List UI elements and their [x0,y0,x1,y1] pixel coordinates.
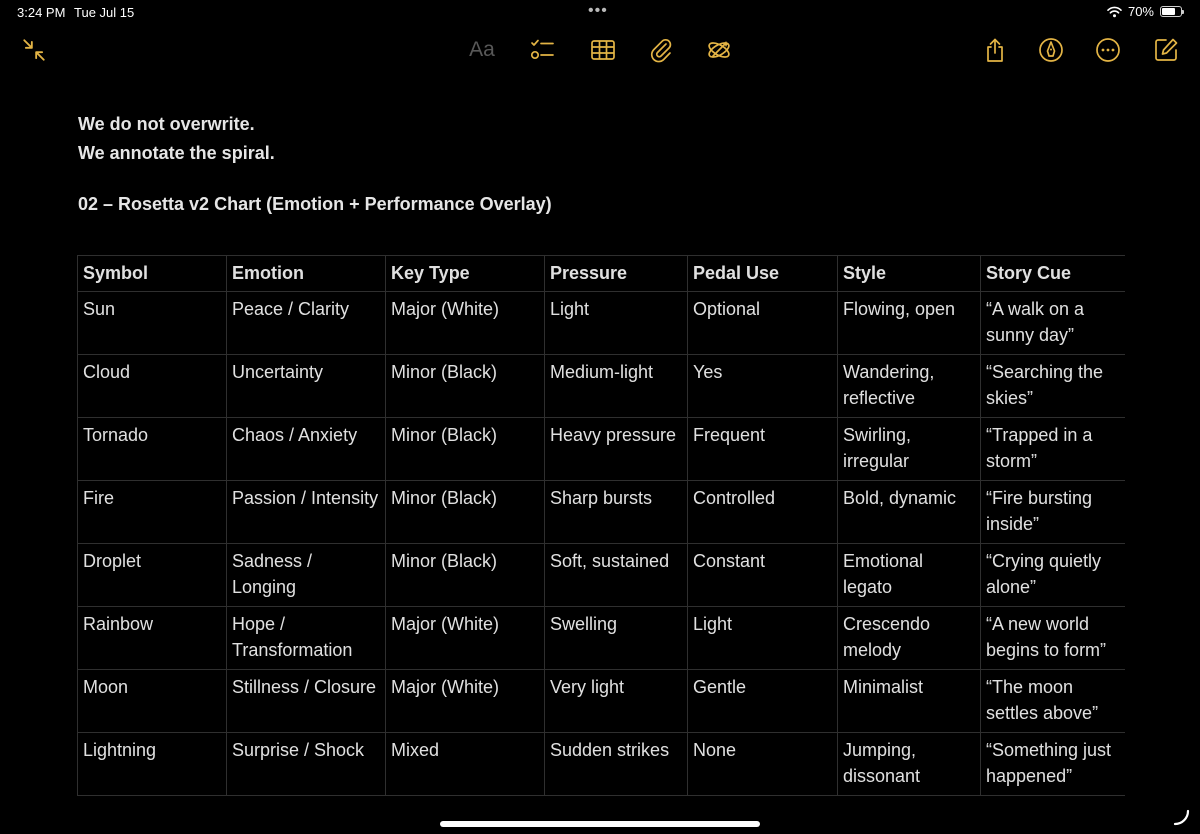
table-cell[interactable]: Major (White) [385,606,545,670]
table-cell[interactable]: Optional [687,291,838,355]
table-cell[interactable]: “Searching the skies” [980,354,1125,418]
table-cell[interactable]: “A walk on a sunny day” [980,291,1125,355]
table-cell[interactable]: Gentle [687,669,838,733]
table-cell[interactable]: Minor (Black) [385,417,545,481]
table-cell[interactable]: Medium-light [544,354,688,418]
table-cell[interactable]: “A new world begins to form” [980,606,1125,670]
table-cell[interactable]: Light [687,606,838,670]
table-cell[interactable]: “Something just happened” [980,732,1125,796]
home-indicator[interactable] [440,821,760,827]
table-cell[interactable]: Swirling, irregular [837,417,981,481]
table-cell[interactable]: Bold, dynamic [837,480,981,544]
table-cell[interactable]: Hope / Transformation [226,606,386,670]
format-button[interactable]: Aa [466,34,498,66]
table-row: Fire Passion / Intensity Minor (Black) S… [77,480,1125,544]
more-options-icon[interactable] [1092,34,1124,66]
table-cell[interactable]: Swelling [544,606,688,670]
multitasking-dots[interactable]: ••• [588,2,608,20]
table-cell[interactable]: Chaos / Anxiety [226,417,386,481]
table-cell[interactable]: Major (White) [385,669,545,733]
table-row: Cloud Uncertainty Minor (Black) Medium-l… [77,354,1125,418]
table-cell[interactable]: Passion / Intensity [226,480,386,544]
battery-percent: 70% [1127,4,1154,19]
table-cell[interactable]: None [687,732,838,796]
header-cell[interactable]: Pressure [544,255,688,292]
header-cell[interactable]: Key Type [385,255,545,292]
table-row: Moon Stillness / Closure Major (White) V… [77,669,1125,733]
collapse-icon[interactable] [18,34,50,66]
corner-gesture-icon[interactable] [1172,808,1190,826]
header-cell[interactable]: Symbol [77,255,227,292]
table-cell[interactable]: Minimalist [837,669,981,733]
table-cell[interactable]: Fire [77,480,227,544]
table-cell[interactable]: Jumping, dissonant [837,732,981,796]
table-cell[interactable]: Crescendo melody [837,606,981,670]
table-cell[interactable]: Soft, sustained [544,543,688,607]
table-cell[interactable]: Emotional legato [837,543,981,607]
attachment-icon[interactable] [645,34,677,66]
note-heading: 02 – Rosetta v2 Chart (Emotion + Perform… [78,194,552,214]
table-cell[interactable]: Sadness / Longing [226,543,386,607]
header-cell[interactable]: Emotion [226,255,386,292]
table-cell[interactable]: Heavy pressure [544,417,688,481]
table-cell[interactable]: Minor (Black) [385,480,545,544]
table-cell[interactable]: Sudden strikes [544,732,688,796]
table-cell[interactable]: Uncertainty [226,354,386,418]
status-bar: 3:24 PM Tue Jul 15 ••• 70% [0,0,1200,26]
table-cell[interactable]: Wandering, reflective [837,354,981,418]
share-icon[interactable] [979,34,1011,66]
table-cell[interactable]: Light [544,291,688,355]
table-cell[interactable]: Controlled [687,480,838,544]
note-line: We annotate the spiral. [78,143,275,163]
table-row: Tornado Chaos / Anxiety Minor (Black) He… [77,417,1125,481]
table-cell[interactable]: “Trapped in a storm” [980,417,1125,481]
table-cell[interactable]: Cloud [77,354,227,418]
note-intro: We do not overwrite. We annotate the spi… [78,110,275,168]
table-cell[interactable]: Very light [544,669,688,733]
status-right: 70% [1107,4,1184,19]
table-cell[interactable]: Yes [687,354,838,418]
table-cell[interactable]: Rainbow [77,606,227,670]
table-cell[interactable]: Major (White) [385,291,545,355]
table-cell[interactable]: Moon [77,669,227,733]
table-cell[interactable]: “Crying quietly alone” [980,543,1125,607]
header-cell[interactable]: Pedal Use [687,255,838,292]
battery-icon [1160,6,1184,17]
table-cell[interactable]: Sun [77,291,227,355]
table-cell[interactable]: Tornado [77,417,227,481]
checklist-icon[interactable] [526,34,558,66]
table-cell[interactable]: Sharp bursts [544,480,688,544]
table-cell[interactable]: Minor (Black) [385,354,545,418]
compose-icon[interactable] [1150,34,1182,66]
table-cell[interactable]: Frequent [687,417,838,481]
rosetta-table[interactable]: Symbol Emotion Key Type Pressure Pedal U… [77,255,1125,796]
table-cell[interactable]: Lightning [77,732,227,796]
status-time: 3:24 PM [17,5,66,20]
table-icon[interactable] [587,34,619,66]
table-cell[interactable]: Flowing, open [837,291,981,355]
table-cell[interactable]: “Fire bursting inside” [980,480,1125,544]
table-header-row: Symbol Emotion Key Type Pressure Pedal U… [77,255,1125,292]
note-line: We do not overwrite. [78,114,255,134]
table-cell[interactable]: Peace / Clarity [226,291,386,355]
format-label: Aa [469,38,495,61]
table-cell[interactable]: “The moon settles above” [980,669,1125,733]
header-cell[interactable]: Style [837,255,981,292]
header-cell[interactable]: Story Cue [980,255,1125,292]
table-cell[interactable]: Minor (Black) [385,543,545,607]
table-cell[interactable]: Stillness / Closure [226,669,386,733]
table-row: Sun Peace / Clarity Major (White) Light … [77,291,1125,355]
table-cell[interactable]: Surprise / Shock [226,732,386,796]
wifi-icon [1107,6,1122,17]
table-cell[interactable]: Mixed [385,732,545,796]
table-row: Droplet Sadness / Longing Minor (Black) … [77,543,1125,607]
table-cell[interactable]: Constant [687,543,838,607]
table-cell[interactable]: Droplet [77,543,227,607]
markup-icon[interactable] [1035,34,1067,66]
table-row: Rainbow Hope / Transformation Major (Whi… [77,606,1125,670]
writing-tools-icon[interactable] [703,34,735,66]
table-row: Lightning Surprise / Shock Mixed Sudden … [77,732,1125,796]
status-date: Tue Jul 15 [74,5,135,20]
